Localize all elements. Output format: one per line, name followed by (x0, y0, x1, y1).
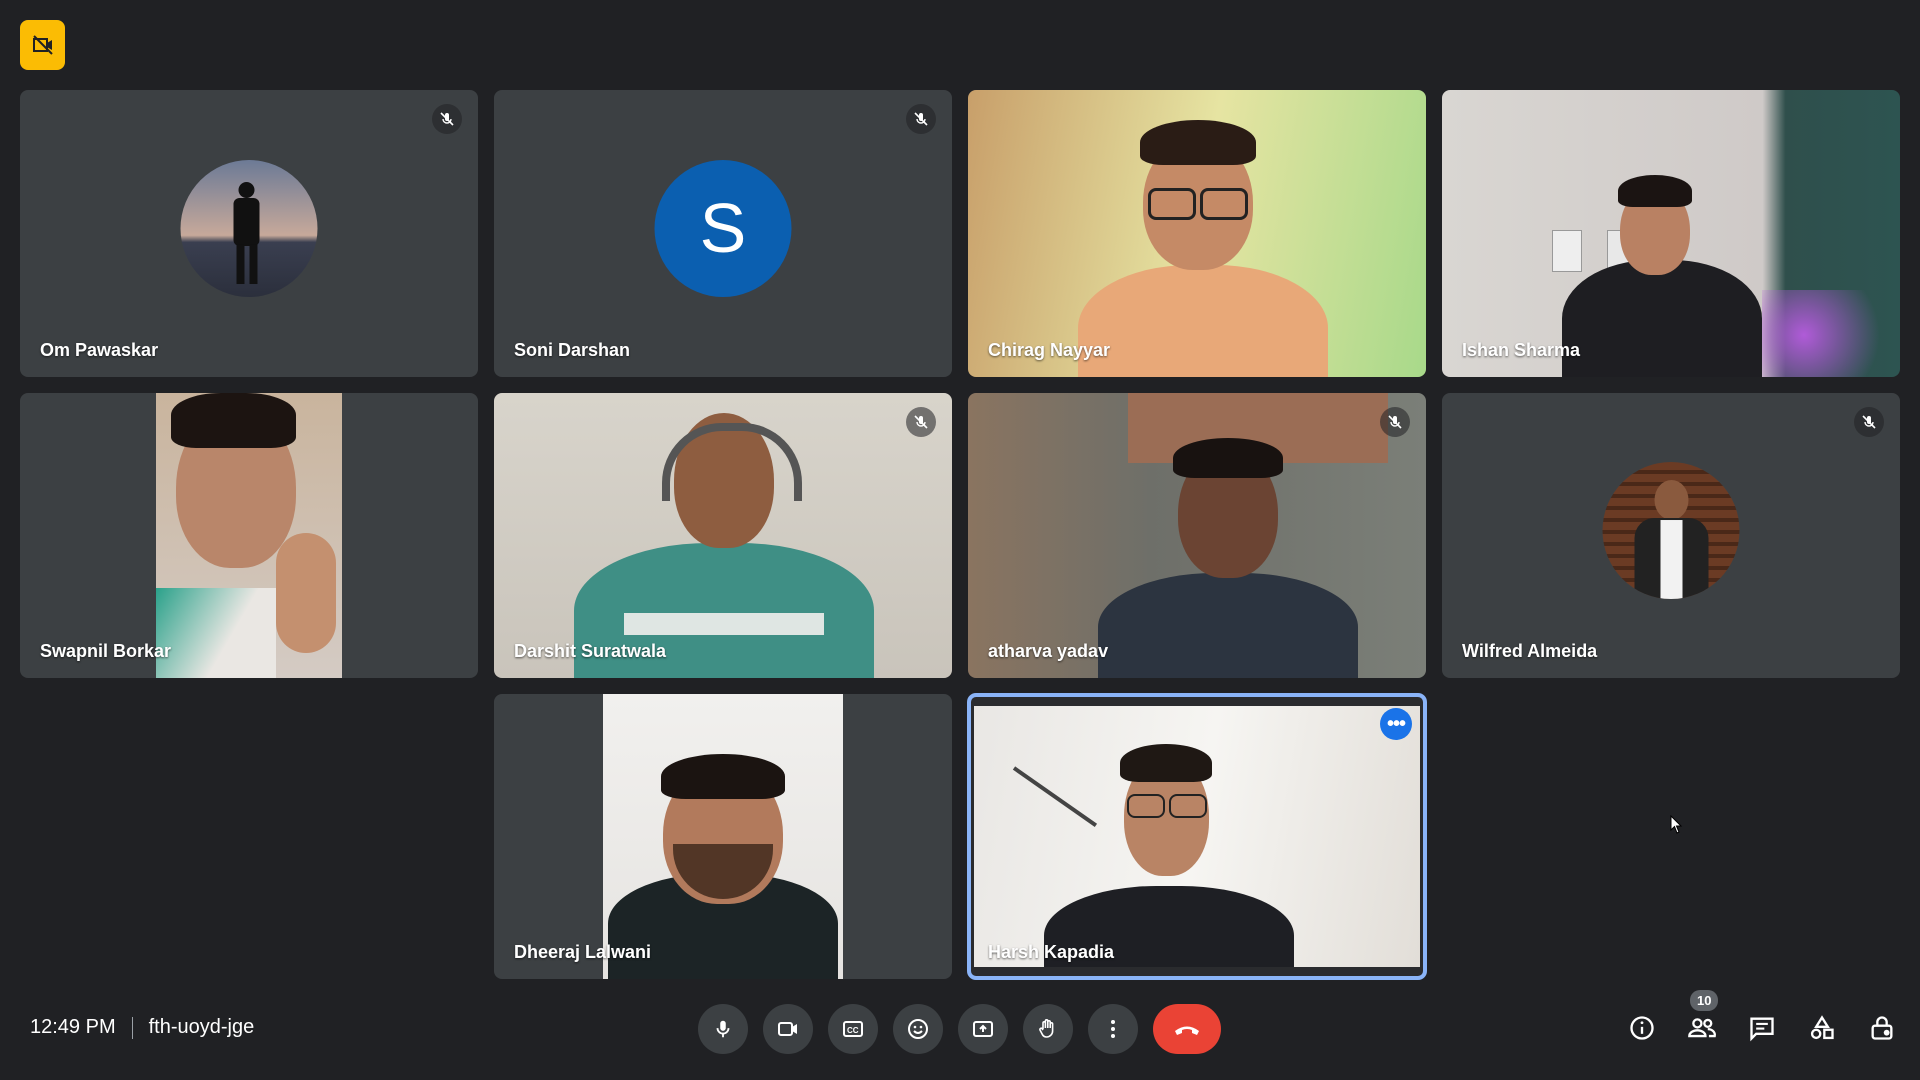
video-feed (494, 393, 952, 678)
info-icon (1630, 1016, 1654, 1040)
participant-tile[interactable]: Swapnil Borkar (20, 393, 478, 678)
participant-name: Dheeraj Lalwani (514, 942, 652, 962)
participant-name: Om Pawaskar (40, 340, 159, 360)
avatar: S (654, 159, 792, 297)
avatar (180, 159, 318, 297)
leave-call-icon (1175, 1026, 1199, 1035)
video-feed (156, 393, 342, 678)
video-feed (974, 706, 1420, 967)
more-options-button[interactable] (1088, 1004, 1138, 1054)
meeting-info: 12:49 PM fth-uoyd-jge (30, 1016, 254, 1039)
chat-button[interactable] (1744, 1010, 1780, 1046)
people-button[interactable]: 10 (1684, 990, 1720, 1046)
emoji-icon (908, 1019, 928, 1039)
participant-count-badge: 10 (1690, 990, 1719, 1011)
participant-tile[interactable]: Darshit Suratwala (494, 393, 952, 678)
visual-effects-badge[interactable] (20, 20, 65, 70)
svg-text:CC: CC (847, 1026, 859, 1035)
participant-tile[interactable]: atharva yadav (968, 393, 1426, 678)
mic-off-icon (906, 104, 936, 134)
mic-off-icon (1380, 407, 1410, 437)
camera-icon (778, 1022, 797, 1036)
mic-off-icon (432, 104, 462, 134)
raise-hand-icon (1039, 1019, 1054, 1038)
present-screen-icon (973, 1021, 993, 1037)
participant-tile-selected[interactable]: ••• Harsh Kapadia (967, 693, 1427, 980)
camera-button[interactable] (763, 1004, 813, 1054)
avatar (1602, 461, 1740, 599)
side-panel-controls: 10 (1624, 990, 1900, 1046)
participant-tile[interactable]: Chirag Nayyar (968, 90, 1426, 377)
mouse-cursor-icon (1670, 815, 1683, 834)
video-feed (968, 393, 1426, 678)
more-options-icon (1111, 1020, 1115, 1038)
activities-button[interactable] (1804, 1010, 1840, 1046)
emoji-reaction-button[interactable] (893, 1004, 943, 1054)
participant-tile[interactable]: Dheeraj Lalwani (494, 694, 952, 979)
call-controls: CC (698, 1004, 1221, 1054)
video-feed (968, 90, 1426, 377)
participant-tile[interactable]: Ishan Sharma (1442, 90, 1900, 377)
host-controls-button[interactable] (1864, 1010, 1900, 1046)
participant-name: Wilfred Almeida (1462, 641, 1598, 661)
leave-call-button[interactable] (1153, 1004, 1221, 1054)
participant-name: Swapnil Borkar (40, 641, 172, 661)
participant-tile[interactable]: S Soni Darshan (494, 90, 952, 377)
captions-icon: CC (843, 1021, 863, 1037)
participant-name: Ishan Sharma (1462, 340, 1581, 360)
host-controls-icon (1871, 1016, 1893, 1040)
microphone-icon (716, 1020, 730, 1038)
divider (131, 1016, 133, 1039)
video-feed (1442, 90, 1900, 377)
mic-off-icon (906, 407, 936, 437)
video-feed (603, 694, 843, 979)
activities-icon (1810, 1015, 1834, 1040)
meeting-code: fth-uoyd-jge (148, 1016, 255, 1038)
participant-name: atharva yadav (988, 641, 1109, 661)
microphone-button[interactable] (698, 1004, 748, 1054)
mic-off-icon (1854, 407, 1884, 437)
participant-tile[interactable]: Om Pawaskar (20, 90, 478, 377)
participant-tile[interactable]: Wilfred Almeida (1442, 393, 1900, 678)
no-video-icon (32, 35, 53, 55)
participant-name: Soni Darshan (514, 340, 631, 360)
participant-name: Harsh Kapadia (988, 942, 1115, 962)
meeting-details-button[interactable] (1624, 1010, 1660, 1046)
chat-icon (1750, 1017, 1774, 1042)
current-time: 12:49 PM (30, 1016, 116, 1038)
raise-hand-button[interactable] (1023, 1004, 1073, 1054)
more-options-dots-icon[interactable]: ••• (1380, 708, 1412, 740)
participant-name: Darshit Suratwala (514, 641, 667, 661)
people-icon (1688, 1018, 1716, 1038)
avatar-initial: S (699, 189, 747, 268)
captions-button[interactable]: CC (828, 1004, 878, 1054)
present-screen-button[interactable] (958, 1004, 1008, 1054)
participant-name: Chirag Nayyar (988, 340, 1111, 360)
